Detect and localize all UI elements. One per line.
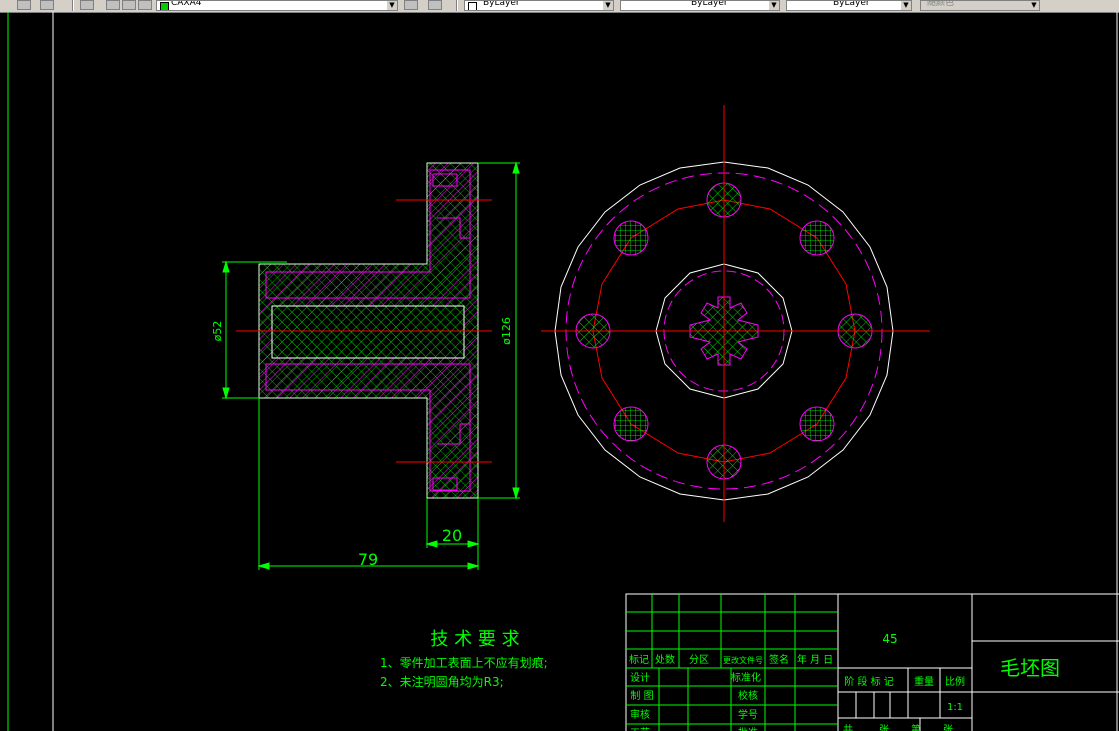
color-swatch [468,2,477,10]
make-current-icon[interactable] [404,0,418,10]
chevron-down-icon[interactable]: ▼ [387,1,397,10]
linetype-combo-value: ByLayer [691,0,728,8]
lineweight-combo-value: ByLayer [833,0,870,8]
layers-icon[interactable] [80,0,94,10]
tb-zhang1: 张 [879,724,889,731]
tb-zhang2: 张 [943,724,953,731]
tb-jiaohe: 校核 [738,689,758,702]
layer-manager-icon[interactable] [17,0,31,10]
layer-state-icon[interactable] [106,0,120,10]
tb-gengai: 更改文件号 [723,655,763,665]
tb-gong: 共 [843,724,853,731]
lineweight-combo[interactable]: ByLayer ▼ [786,0,912,11]
drawing-frame [7,12,1118,731]
tb-chushu: 处数 [655,653,675,666]
material-label: 45 [882,632,897,646]
tb-sheji: 设计 [630,671,650,684]
linetype-combo[interactable]: ByLayer ▼ [620,0,780,11]
dim-diameter-52: ø52 [211,321,224,342]
layer-combo-value: CAXA4 [171,0,202,8]
tb-qianming: 签名 [769,653,789,666]
tech-requirements: 技 术 要 求 1、零件加工表面上不应有划痕; 2、未注明圆角均为R3; [380,629,548,689]
tb-biaozhunhua: 标准化 [731,671,761,684]
lock-icon[interactable] [138,0,152,10]
tb-nianyueri: 年 月 日 [797,653,833,666]
dim-length-20: 20 [442,526,462,545]
tb-zhitu: 制 图 [630,689,653,702]
layer-combo[interactable]: CAXA4 ▼ [156,0,398,11]
color-combo[interactable]: ByLayer ▼ [464,0,614,11]
tb-fenqu: 分区 [689,654,709,666]
section-view: ø52 ø126 20 79 [211,161,520,570]
drawing-canvas[interactable]: ø52 ø126 20 79 技 术 要 求 1、零件加工表面上不应有划痕; 2… [0,12,1119,731]
layer-color-swatch [160,2,169,10]
tb-scale: 1:1 [947,702,963,713]
plotstyle-combo-value: 随颜色 [927,0,955,8]
tech-line-2: 2、未注明圆角均为R3; [380,674,504,689]
bulb-icon[interactable] [122,0,136,10]
title-block-text: 45 毛坯图 标记 处数 分区 更改文件号 签名 年 月 日 设计 标准化 制 … [629,632,1060,731]
tb-bili: 比例 [945,675,965,688]
drawing-name: 毛坯图 [1000,656,1060,680]
dim-length-79: 79 [358,550,378,569]
chevron-down-icon[interactable]: ▼ [901,1,911,10]
save-icon[interactable] [40,0,54,10]
tb-di: 第 [911,723,921,731]
tb-jieduan: 阶 段 标 记 [844,675,894,688]
layer-previous-icon[interactable] [428,0,442,10]
tb-gongyi: 工艺 [630,727,650,731]
chevron-down-icon[interactable]: ▼ [769,1,779,10]
tech-line-1: 1、零件加工表面上不应有划痕; [380,655,548,670]
tb-zhongliang: 重量 [914,675,934,688]
tb-biaoji: 标记 [629,654,649,666]
tb-shenhe: 审核 [630,708,650,721]
tb-xuehao: 学号 [738,708,758,721]
chevron-down-icon: ▼ [1029,1,1039,10]
color-combo-value: ByLayer [483,0,520,8]
toolbar-separator [72,0,74,11]
tech-title: 技 术 要 求 [430,629,519,650]
plotstyle-combo: 随颜色 ▼ [920,0,1040,11]
dim-diameter-126: ø126 [500,317,513,345]
chevron-down-icon[interactable]: ▼ [603,1,613,10]
toolbar-separator [456,0,458,11]
tb-pizhun: 批准 [738,726,758,731]
front-view [541,105,930,522]
